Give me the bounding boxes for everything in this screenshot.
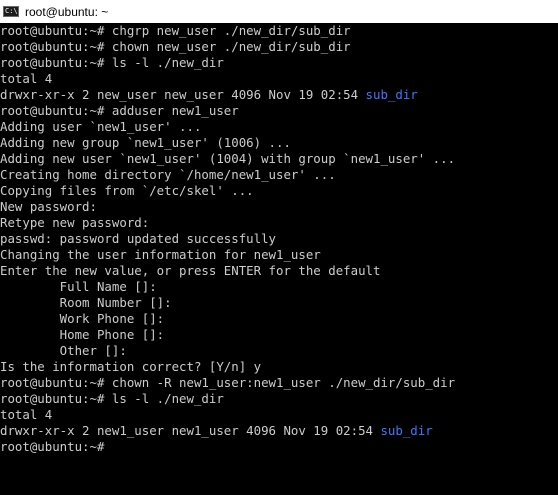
terminal-line-text: drwxr-xr-x 2 new_user new_user 4096 Nov … [0, 87, 366, 102]
terminal-line-text: Room Number []: [0, 295, 172, 310]
terminal-line-text: root@ubuntu:~# adduser new1_user [0, 103, 239, 118]
terminal-line: passwd: password updated successfully [0, 231, 558, 247]
terminal-line: Adding user `new1_user' ... [0, 119, 558, 135]
terminal-line: New password: [0, 199, 558, 215]
terminal-line-text: root@ubuntu:~# [0, 439, 105, 454]
terminal-line-text: Home Phone []: [0, 327, 165, 342]
terminal-line-text: Full Name []: [0, 279, 157, 294]
directory-name: sub_dir [365, 87, 418, 102]
terminal-line-text: root@ubuntu:~# chgrp new_user ./new_dir/… [0, 23, 351, 38]
terminal-line: Home Phone []: [0, 327, 558, 343]
terminal-line-text: New password: [0, 199, 97, 214]
terminal-line: root@ubuntu:~# chown -R new1_user:new1_u… [0, 375, 558, 391]
terminal-line-text: Is the information correct? [Y/n] y [0, 359, 262, 374]
terminal-line: Full Name []: [0, 279, 558, 295]
terminal-line-text: Retype new password: [0, 215, 150, 230]
terminal-line: root@ubuntu:~# [0, 439, 558, 455]
terminal-line-text: passwd: password updated successfully [0, 231, 277, 246]
terminal-line-text: Adding new user `new1_user' (1004) with … [0, 151, 456, 166]
terminal-line: drwxr-xr-x 2 new1_user new1_user 4096 No… [0, 423, 558, 439]
directory-name: sub_dir [380, 423, 433, 438]
terminal-line-text: Copying files from `/etc/skel' ... [0, 183, 254, 198]
terminal-line: total 4 [0, 71, 558, 87]
terminal-line: Creating home directory `/home/new1_user… [0, 167, 558, 183]
terminal-line: Is the information correct? [Y/n] y [0, 359, 558, 375]
terminal-line: root@ubuntu:~# ls -l ./new_dir [0, 391, 558, 407]
terminal-line: Work Phone []: [0, 311, 558, 327]
terminal-line: Adding new user `new1_user' (1004) with … [0, 151, 558, 167]
terminal-line: Changing the user information for new1_u… [0, 247, 558, 263]
terminal-output[interactable]: root@ubuntu:~# chgrp new_user ./new_dir/… [0, 23, 558, 495]
terminal-line: Copying files from `/etc/skel' ... [0, 183, 558, 199]
terminal-line-text: root@ubuntu:~# ls -l ./new_dir [0, 391, 224, 406]
terminal-line-text: Changing the user information for new1_u… [0, 247, 321, 262]
terminal-line: Other []: [0, 343, 558, 359]
terminal-line-text: drwxr-xr-x 2 new1_user new1_user 4096 No… [0, 423, 381, 438]
terminal-line-text: total 4 [0, 71, 53, 86]
terminal-line-text: root@ubuntu:~# ls -l ./new_dir [0, 55, 224, 70]
terminal-line-text: root@ubuntu:~# chown -R new1_user:new1_u… [0, 375, 456, 390]
terminal-line: Adding new group `new1_user' (1006) ... [0, 135, 558, 151]
terminal-line-text: root@ubuntu:~# chown new_user ./new_dir/… [0, 39, 351, 54]
terminal-line-text: Enter the new value, or press ENTER for … [0, 263, 381, 278]
terminal-line-text: Work Phone []: [0, 311, 165, 326]
terminal-line-text: Creating home directory `/home/new1_user… [0, 167, 336, 182]
terminal-line: total 4 [0, 407, 558, 423]
terminal-line-text: Adding new group `new1_user' (1006) ... [0, 135, 291, 150]
terminal-line-text: total 4 [0, 407, 53, 422]
terminal-line: root@ubuntu:~# chgrp new_user ./new_dir/… [0, 23, 558, 39]
terminal-line: Room Number []: [0, 295, 558, 311]
terminal-line-text: Adding user `new1_user' ... [0, 119, 202, 134]
terminal-line: root@ubuntu:~# ls -l ./new_dir [0, 55, 558, 71]
terminal-line: root@ubuntu:~# chown new_user ./new_dir/… [0, 39, 558, 55]
terminal-window: C:\ root@ubuntu: ~ root@ubuntu:~# chgrp … [0, 0, 558, 495]
terminal-line: Enter the new value, or press ENTER for … [0, 263, 558, 279]
title-bar[interactable]: C:\ root@ubuntu: ~ [0, 0, 558, 23]
terminal-icon: C:\ [3, 6, 19, 17]
window-title: root@ubuntu: ~ [25, 4, 109, 19]
terminal-line: drwxr-xr-x 2 new_user new_user 4096 Nov … [0, 87, 558, 103]
terminal-line: root@ubuntu:~# adduser new1_user [0, 103, 558, 119]
terminal-line: Retype new password: [0, 215, 558, 231]
terminal-line-text: Other []: [0, 343, 127, 358]
